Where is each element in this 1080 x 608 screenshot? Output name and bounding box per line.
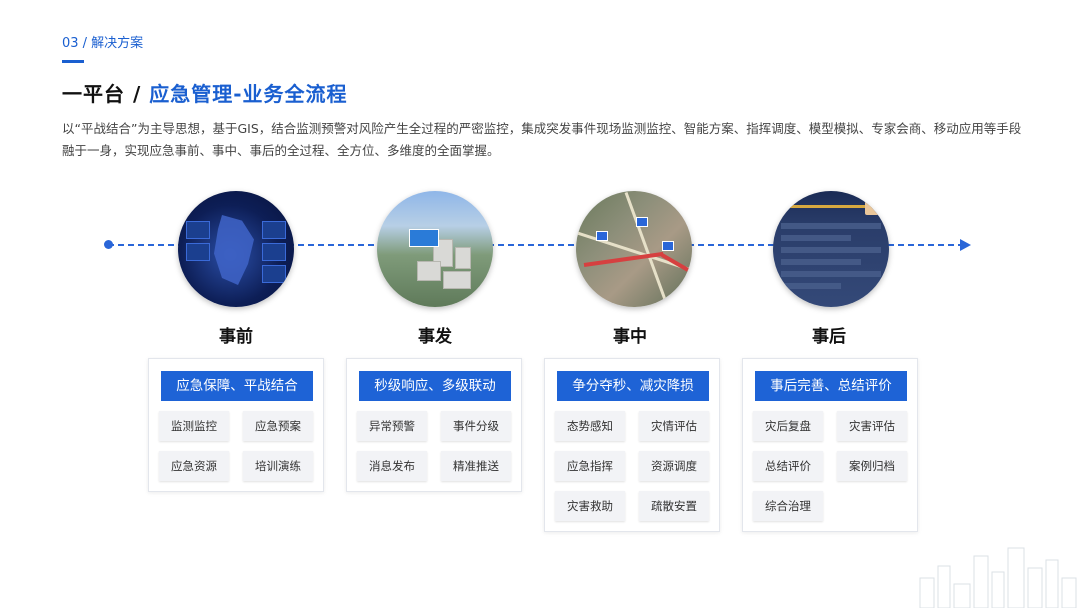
page-title: 一平台 / 应急管理-业务全流程 (62, 78, 348, 107)
stage-card-occurrence: 秒级响应、多级联动 异常预警 事件分级 消息发布 精准推送 (346, 358, 522, 492)
section-tag-underline (62, 60, 84, 63)
map-marker-icon (636, 217, 648, 227)
feature-chip[interactable]: 应急资源 (159, 451, 229, 481)
region-map-graphic (214, 215, 254, 285)
page-description: 以“平战结合”为主导思想，基于GIS，结合监测预警对风险产生全过程的严密监控，集… (62, 121, 1022, 158)
stage-image-during (576, 191, 692, 307)
feature-chip[interactable]: 事件分级 (441, 411, 511, 441)
feature-chip[interactable]: 资源调度 (639, 451, 709, 481)
feature-chip[interactable]: 疏散安置 (639, 491, 709, 521)
feature-chip[interactable]: 灾情评估 (639, 411, 709, 441)
feature-chip[interactable]: 应急指挥 (555, 451, 625, 481)
card-header: 秒级响应、多级联动 (359, 371, 511, 401)
section-tag: 03 / 解决方案 (62, 36, 144, 51)
page-title-main: 一平台 / (62, 82, 150, 106)
feature-chip[interactable]: 态势感知 (555, 411, 625, 441)
stage-card-after: 事后完善、总结评价 灾后复盘 灾害评估 总结评价 案例归档 综合治理 (742, 358, 918, 532)
card-header: 事后完善、总结评价 (755, 371, 907, 401)
feature-chip[interactable]: 异常预警 (357, 411, 427, 441)
feature-chip[interactable]: 监测监控 (159, 411, 229, 441)
stage-card-before: 应急保障、平战结合 监测监控 应急预案 应急资源 培训演练 (148, 358, 324, 492)
feature-chip[interactable]: 灾害救助 (555, 491, 625, 521)
stage-image-occurrence (377, 191, 493, 307)
stage-label-after: 事后 (812, 327, 846, 347)
stage-label-occurrence: 事发 (418, 327, 452, 347)
card-header: 争分夺秒、减灾降损 (557, 371, 709, 401)
monitor-screen-graphic (409, 229, 439, 247)
stage-image-before (178, 191, 294, 307)
map-marker-icon (662, 241, 674, 251)
city-skyline-graphic (919, 547, 1077, 608)
feature-chip[interactable]: 灾害评估 (837, 411, 907, 441)
stage-label-during: 事中 (613, 327, 647, 347)
feature-chip[interactable]: 灾后复盘 (753, 411, 823, 441)
timeline-start-dot (104, 240, 113, 249)
feature-chip[interactable]: 精准推送 (441, 451, 511, 481)
feature-chip[interactable]: 综合治理 (753, 491, 823, 521)
stage-card-during: 争分夺秒、减灾降损 态势感知 灾情评估 应急指挥 资源调度 灾害救助 疏散安置 (544, 358, 720, 532)
card-header: 应急保障、平战结合 (161, 371, 313, 401)
feature-chip[interactable]: 消息发布 (357, 451, 427, 481)
stage-image-after (773, 191, 889, 307)
timeline-arrow-icon (960, 239, 971, 251)
avatar-icon (865, 201, 879, 215)
page-title-highlight: 应急管理-业务全流程 (149, 82, 348, 106)
map-marker-icon (596, 231, 608, 241)
feature-chip[interactable]: 案例归档 (837, 451, 907, 481)
feature-chip[interactable]: 培训演练 (243, 451, 313, 481)
feature-chip[interactable]: 总结评价 (753, 451, 823, 481)
stage-label-before: 事前 (219, 327, 253, 347)
feature-chip[interactable]: 应急预案 (243, 411, 313, 441)
